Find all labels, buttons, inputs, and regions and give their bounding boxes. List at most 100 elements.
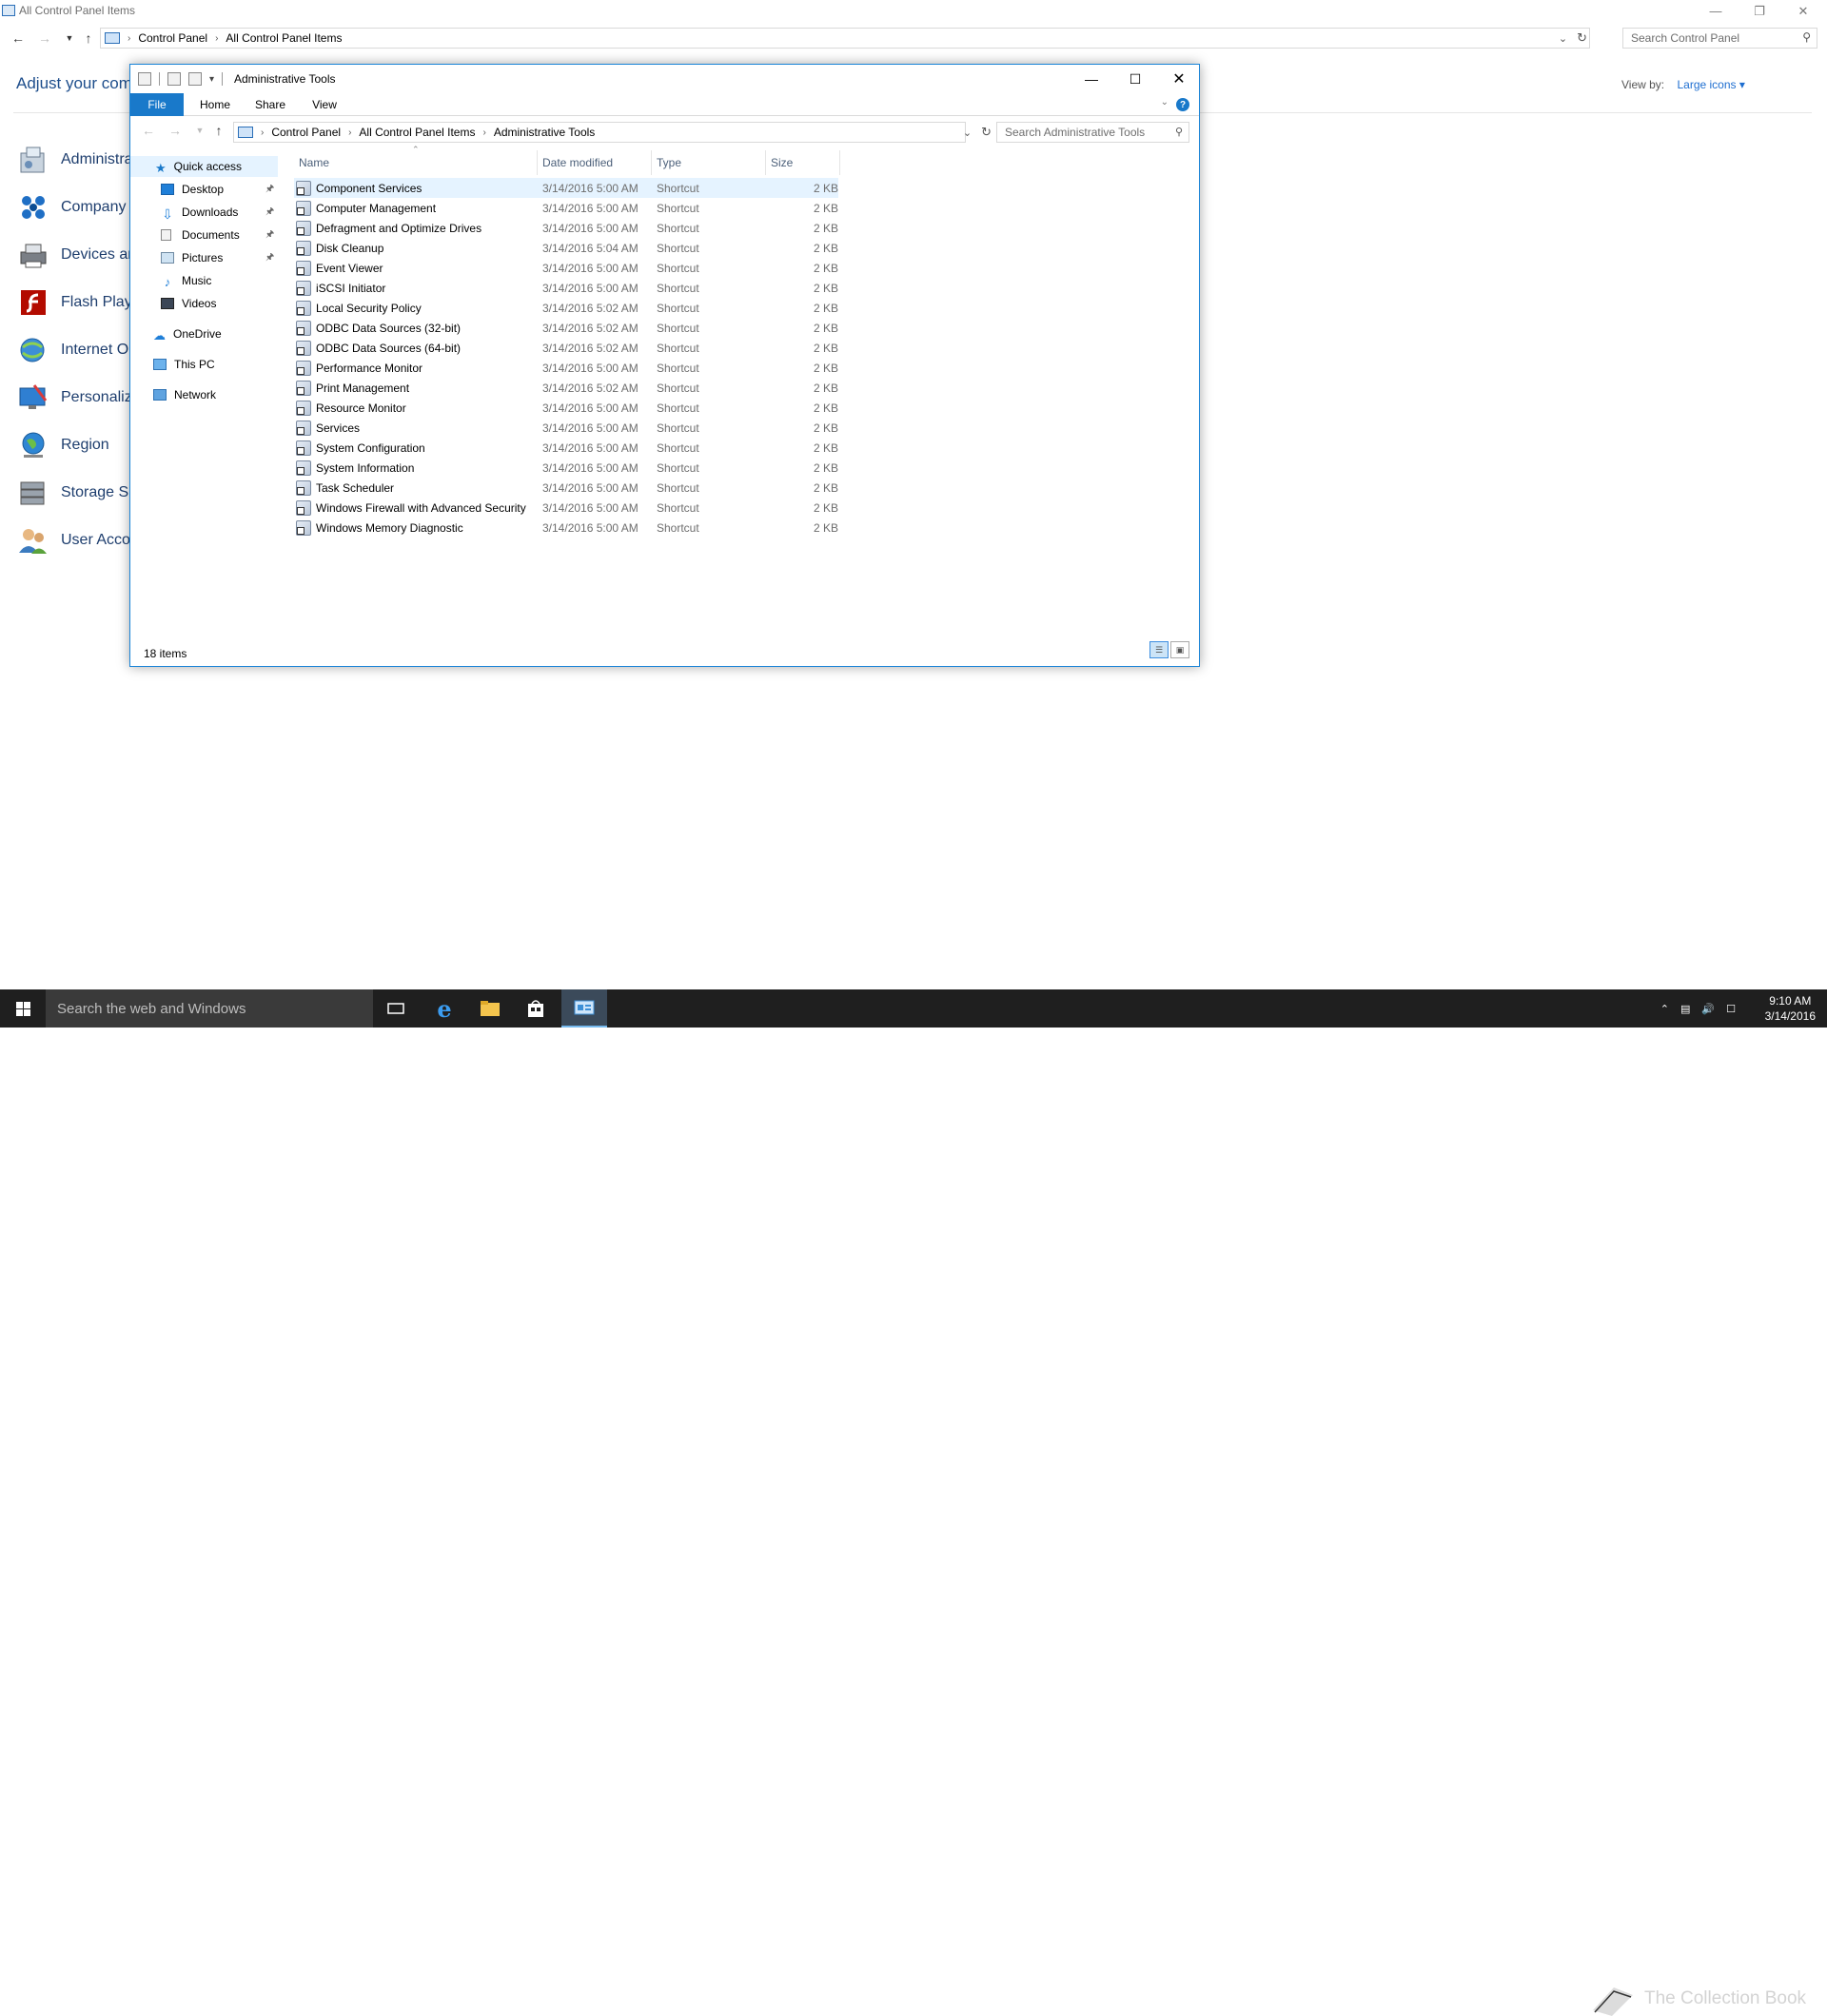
nav-network[interactable]: Network	[130, 384, 281, 405]
file-row[interactable]: iSCSI Initiator 3/14/2016 5:00 AM Shortcut…	[294, 278, 865, 298]
column-header-name[interactable]: Name ⌃	[294, 145, 538, 175]
control-panel-taskbar-button[interactable]	[561, 989, 607, 1028]
search-icon[interactable]: ⚲	[1802, 30, 1811, 44]
column-header-date-modified[interactable]: Date modified	[538, 150, 652, 175]
show-hidden-icons-icon[interactable]: ⌃	[1660, 1003, 1669, 1015]
back-arrow-icon[interactable]: ←	[140, 122, 157, 139]
taskbar-search-box[interactable]: Search the web and Windows	[46, 989, 373, 1028]
file-row[interactable]: Resource Monitor 3/14/2016 5:00 AM Shortcu…	[294, 398, 865, 418]
file-row[interactable]: Print Management 3/14/2016 5:02 AM Shortcu…	[294, 378, 865, 398]
cp-item-storage-spaces[interactable]: Storage Sp	[17, 474, 137, 512]
start-button[interactable]	[0, 989, 46, 1028]
close-button[interactable]: ✕	[1781, 0, 1825, 22]
breadcrumb-administrative-tools[interactable]: Administrative Tools	[490, 126, 599, 139]
breadcrumb-separator-icon[interactable]: ›	[124, 33, 134, 44]
file-row[interactable]: ODBC Data Sources (64-bit) 3/14/2016 5:02…	[294, 338, 865, 358]
file-row[interactable]: System Configuration 3/14/2016 5:00 AM Sho…	[294, 438, 865, 458]
nav-documents[interactable]: Documents 🖈	[130, 225, 281, 245]
pin-icon[interactable]: 🖈	[265, 227, 274, 244]
cp-item-administrative-tools[interactable]: Administrati	[17, 141, 141, 179]
edge-browser-button[interactable]: e	[422, 989, 467, 1028]
file-row[interactable]: Task Scheduler 3/14/2016 5:00 AM Shortcut 2…	[294, 478, 865, 498]
window-app-icon[interactable]	[138, 72, 151, 86]
address-dropdown-icon[interactable]: ⌄	[1559, 32, 1567, 45]
nav-pictures[interactable]: Pictures 🖈	[130, 247, 281, 268]
nav-quick-access[interactable]: ★ Quick access	[130, 156, 278, 177]
address-dropdown-icon[interactable]: ⌄	[963, 127, 972, 139]
file-row[interactable]: Disk Cleanup 3/14/2016 5:04 AM Shortcut 2 K…	[294, 238, 865, 258]
breadcrumb-control-panel[interactable]: Control Panel	[134, 31, 211, 45]
control-panel-search-input[interactable]: Search Control Panel ⚲	[1622, 28, 1817, 49]
breadcrumb-separator-icon[interactable]: ›	[479, 127, 489, 138]
file-row[interactable]: Component Services 3/14/2016 5:00 AM Short…	[294, 178, 838, 198]
file-explorer-button[interactable]	[467, 989, 513, 1028]
recent-locations-chevron-icon[interactable]: ▼	[191, 122, 208, 139]
forward-arrow-icon[interactable]: →	[167, 122, 184, 139]
view-by-dropdown[interactable]: Large icons ▾	[1677, 78, 1744, 91]
minimize-button[interactable]: —	[1070, 65, 1113, 93]
breadcrumb-separator-icon[interactable]: ›	[344, 127, 355, 138]
expand-ribbon-chevron-icon[interactable]: ⌄	[1161, 97, 1169, 108]
tab-view[interactable]: View	[298, 93, 351, 116]
store-button[interactable]	[513, 989, 559, 1028]
large-icons-view-icon[interactable]: ▣	[1170, 641, 1189, 658]
cp-item-personalization[interactable]: Personaliza	[17, 379, 141, 417]
file-row[interactable]: Local Security Policy 3/14/2016 5:02 AM Sh…	[294, 298, 865, 318]
network-tray-icon[interactable]: ▤	[1680, 1003, 1690, 1015]
forward-arrow-icon[interactable]: →	[36, 29, 53, 47]
new-folder-icon[interactable]	[188, 72, 202, 86]
address-box[interactable]: › Control Panel › All Control Panel Item…	[233, 122, 992, 143]
column-header-type[interactable]: Type	[652, 150, 766, 175]
tab-share[interactable]: Share	[243, 93, 298, 116]
taskbar-clock[interactable]: 9:10 AM 3/14/2016	[1765, 993, 1816, 1024]
restore-button[interactable]: ❐	[1738, 0, 1781, 22]
refresh-icon[interactable]: ↻	[981, 125, 992, 140]
column-header-size[interactable]: Size	[766, 150, 840, 175]
nav-desktop[interactable]: Desktop 🖈	[130, 179, 281, 200]
maximize-button[interactable]: ☐	[1113, 65, 1157, 93]
cp-item-devices-printers[interactable]: Devices an	[17, 236, 136, 274]
nav-this-pc[interactable]: This PC	[130, 354, 281, 375]
nav-onedrive[interactable]: ☁ OneDrive	[130, 323, 281, 344]
control-panel-address-box[interactable]: › Control Panel › All Control Panel Item…	[100, 28, 1590, 49]
file-row[interactable]: Computer Management 3/14/2016 5:00 AM Shor…	[294, 198, 865, 218]
tab-home[interactable]: Home	[187, 93, 243, 116]
cp-item-internet-options[interactable]: Internet Op	[17, 331, 137, 369]
pin-icon[interactable]: 🖈	[265, 250, 274, 266]
nav-videos[interactable]: Videos	[130, 293, 281, 314]
cp-item-user-accounts[interactable]: User Accou	[17, 521, 139, 559]
breadcrumb-separator-icon[interactable]: ›	[211, 33, 222, 44]
help-icon[interactable]: ?	[1176, 98, 1189, 111]
file-row[interactable]: ODBC Data Sources (32-bit) 3/14/2016 5:02…	[294, 318, 865, 338]
search-icon[interactable]: ⚲	[1175, 126, 1183, 138]
minimize-button[interactable]: —	[1694, 0, 1738, 22]
tab-file[interactable]: File	[130, 93, 184, 116]
breadcrumb-all-items[interactable]: All Control Panel Items	[222, 31, 345, 45]
recent-locations-chevron-icon[interactable]: ▼	[61, 29, 78, 47]
pin-icon[interactable]: 🖈	[265, 182, 274, 198]
back-arrow-icon[interactable]: ←	[10, 29, 27, 47]
file-row[interactable]: Windows Memory Diagnostic 3/14/2016 5:00 …	[294, 518, 865, 538]
file-row[interactable]: Services 3/14/2016 5:00 AM Shortcut 2 KB	[294, 418, 865, 438]
properties-icon[interactable]	[167, 72, 181, 86]
customize-qat-chevron-icon[interactable]: ▾	[209, 74, 214, 85]
up-arrow-icon[interactable]: ↑	[80, 29, 97, 47]
file-row[interactable]: Defragment and Optimize Drives 3/14/2016 …	[294, 218, 865, 238]
search-input[interactable]: Search Administrative Tools ⚲	[996, 122, 1189, 143]
file-row[interactable]: System Information 3/14/2016 5:00 AM Short…	[294, 458, 865, 478]
action-center-icon[interactable]: ☐	[1726, 1003, 1736, 1015]
file-row[interactable]: Windows Firewall with Advanced Security 3…	[294, 498, 865, 518]
file-row[interactable]: Event Viewer 3/14/2016 5:00 AM Shortcut 2 K…	[294, 258, 865, 278]
details-view-icon[interactable]: ☰	[1149, 641, 1169, 658]
cp-item-region[interactable]: Region	[17, 426, 109, 464]
nav-music[interactable]: ♪ Music	[130, 270, 281, 291]
breadcrumb-control-panel[interactable]: Control Panel	[267, 126, 344, 139]
task-view-button[interactable]	[373, 989, 419, 1028]
breadcrumb-separator-icon[interactable]: ›	[257, 127, 267, 138]
up-arrow-icon[interactable]: ↑	[210, 122, 227, 139]
nav-downloads[interactable]: ⇩ Downloads 🖈	[130, 202, 281, 223]
refresh-icon[interactable]: ↻	[1577, 30, 1587, 46]
volume-icon[interactable]: 🔊	[1701, 1003, 1715, 1015]
file-row[interactable]: Performance Monitor 3/14/2016 5:00 AM Shor…	[294, 358, 865, 378]
pin-icon[interactable]: 🖈	[265, 205, 274, 221]
